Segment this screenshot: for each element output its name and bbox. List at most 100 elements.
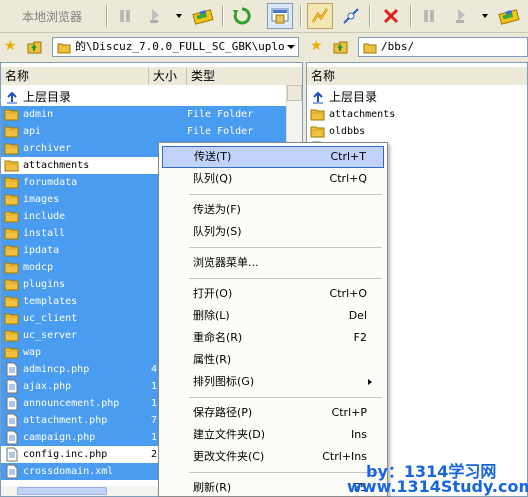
up-folder-icon[interactable]: [26, 39, 44, 55]
menu-item[interactable]: 浏览器菜单...: [162, 252, 384, 274]
chevron-down-icon[interactable]: [284, 38, 298, 56]
pause-icon[interactable]: [416, 3, 442, 29]
parent-directory-label: 上层目录: [329, 90, 378, 104]
file-name: campaign.php: [23, 432, 96, 443]
toolbar-separator: [222, 5, 224, 27]
file-name: announcement.php: [23, 398, 120, 409]
menu-item[interactable]: 队列为(S): [162, 221, 384, 243]
folder-icon: [4, 158, 20, 173]
menu-item[interactable]: 属性(R): [162, 349, 384, 371]
favorites-star-icon[interactable]: ★: [4, 38, 17, 54]
column-type[interactable]: 类型: [187, 67, 287, 85]
menu-item-label: 队列为(S): [193, 225, 242, 238]
column-size[interactable]: 大小: [149, 67, 187, 85]
favorites-star-icon[interactable]: ★: [310, 38, 323, 54]
pause-icon[interactable]: [112, 3, 138, 29]
chevron-down-icon[interactable]: [176, 14, 182, 18]
script-icon[interactable]: [448, 3, 474, 29]
menu-separator: [189, 278, 382, 279]
file-icon: [4, 396, 20, 411]
file-name: images: [23, 194, 60, 205]
menu-separator: [189, 397, 382, 398]
left-path-input[interactable]: 的\Discuz_7.0.0_FULL_SC_GBK\upload: [52, 37, 299, 57]
toolbar-separator: [106, 5, 108, 27]
script-icon[interactable]: [142, 3, 168, 29]
file-name: config.inc.php: [23, 449, 108, 460]
menu-item-shortcut: Del: [348, 309, 367, 322]
parent-directory-row[interactable]: 上层目录: [1, 89, 302, 106]
menu-item[interactable]: 删除(L) Del: [162, 305, 384, 327]
toolbar-separator: [369, 5, 371, 27]
file-name: ajax.php: [23, 381, 72, 392]
menu-item[interactable]: 传送(T) Ctrl+T: [162, 146, 384, 168]
file-row[interactable]: attachments: [307, 106, 527, 123]
folder-icon: [4, 107, 20, 122]
menu-item-shortcut: F2: [353, 331, 367, 344]
file-size: 4: [151, 364, 158, 375]
menu-item-label: 更改文件夹(C): [193, 450, 265, 463]
file-name: archiver: [23, 143, 72, 154]
menu-item-shortcut: Ctrl+Q: [329, 172, 367, 185]
refresh-icon[interactable]: [229, 3, 255, 29]
browse-icon[interactable]: [267, 3, 293, 29]
toolbar-separator: [410, 5, 412, 27]
file-size: 1: [151, 381, 158, 392]
menu-item-shortcut: Ctrl+T: [330, 150, 366, 163]
up-arrow-icon: [310, 90, 326, 105]
open-icon[interactable]: [190, 3, 216, 29]
folder-icon: [310, 124, 326, 139]
file-name: api: [23, 126, 42, 137]
left-address-bar: ★ 的\Discuz_7.0.0_FULL_SC_GBK\upload: [0, 34, 303, 60]
menu-item-label: 属性(R): [193, 353, 232, 366]
column-header: 名称: [307, 67, 527, 85]
menu-item-label: 删除(L): [193, 309, 230, 322]
up-folder-icon[interactable]: [332, 39, 350, 55]
left-path-text: 的\Discuz_7.0.0_FULL_SC_GBK\upload: [75, 40, 298, 53]
chevron-down-icon[interactable]: [482, 14, 488, 18]
right-path-input[interactable]: /bbs/: [358, 37, 528, 57]
file-icon: [4, 430, 20, 445]
menu-item[interactable]: 打开(O) Ctrl+O: [162, 283, 384, 305]
parent-directory-label: 上层目录: [23, 90, 72, 104]
file-row[interactable]: api File Folder: [1, 123, 302, 140]
menu-item[interactable]: 保存路径(P) Ctrl+P: [162, 402, 384, 424]
toolbar: 本地浏览器: [0, 0, 528, 33]
file-row[interactable]: oldbbs: [307, 123, 527, 140]
file-name: wap: [23, 347, 42, 358]
menu-item[interactable]: 排列图标(G): [162, 371, 384, 393]
disconnect-icon[interactable]: [338, 3, 364, 29]
scroll-up-button[interactable]: [287, 85, 302, 101]
menu-item-label: 重命名(R): [193, 331, 243, 344]
menu-item[interactable]: 队列(Q) Ctrl+Q: [162, 168, 384, 190]
local-browser-button[interactable]: 本地浏览器: [4, 3, 100, 29]
folder-icon: [363, 43, 377, 54]
connect-icon[interactable]: [307, 3, 333, 29]
column-name[interactable]: 名称: [1, 67, 149, 85]
parent-directory-row[interactable]: 上层目录: [307, 89, 527, 106]
menu-item-label: 保存路径(P): [193, 406, 253, 419]
menu-item[interactable]: 建立文件夹(D) Ins: [162, 424, 384, 446]
open-icon[interactable]: [496, 3, 522, 29]
menu-item[interactable]: 更改文件夹(C) Ctrl+Ins: [162, 446, 384, 468]
file-size: 7: [151, 415, 158, 426]
file-name: attachments: [23, 160, 90, 171]
file-name: attachments: [329, 109, 396, 120]
menu-separator: [189, 194, 382, 195]
file-name: uc_client: [23, 313, 78, 324]
menu-item[interactable]: 重命名(R) F2: [162, 327, 384, 349]
stop-icon[interactable]: [378, 3, 404, 29]
file-row[interactable]: admin File Folder: [1, 106, 302, 123]
submenu-arrow-icon: [368, 379, 372, 385]
folder-icon: [4, 294, 20, 309]
menu-item[interactable]: 传送为(F): [162, 199, 384, 221]
scroll-thumb[interactable]: [17, 487, 107, 495]
column-name[interactable]: 名称: [307, 67, 527, 85]
file-name: plugins: [23, 279, 66, 290]
folder-icon: [310, 107, 326, 122]
file-size: 1: [151, 432, 158, 443]
file-icon: [4, 413, 20, 428]
folder-icon: [4, 141, 20, 156]
folder-icon: [4, 277, 20, 292]
menu-item-shortcut: Ctrl+P: [331, 406, 367, 419]
menu-item-label: 排列图标(G): [193, 375, 255, 388]
